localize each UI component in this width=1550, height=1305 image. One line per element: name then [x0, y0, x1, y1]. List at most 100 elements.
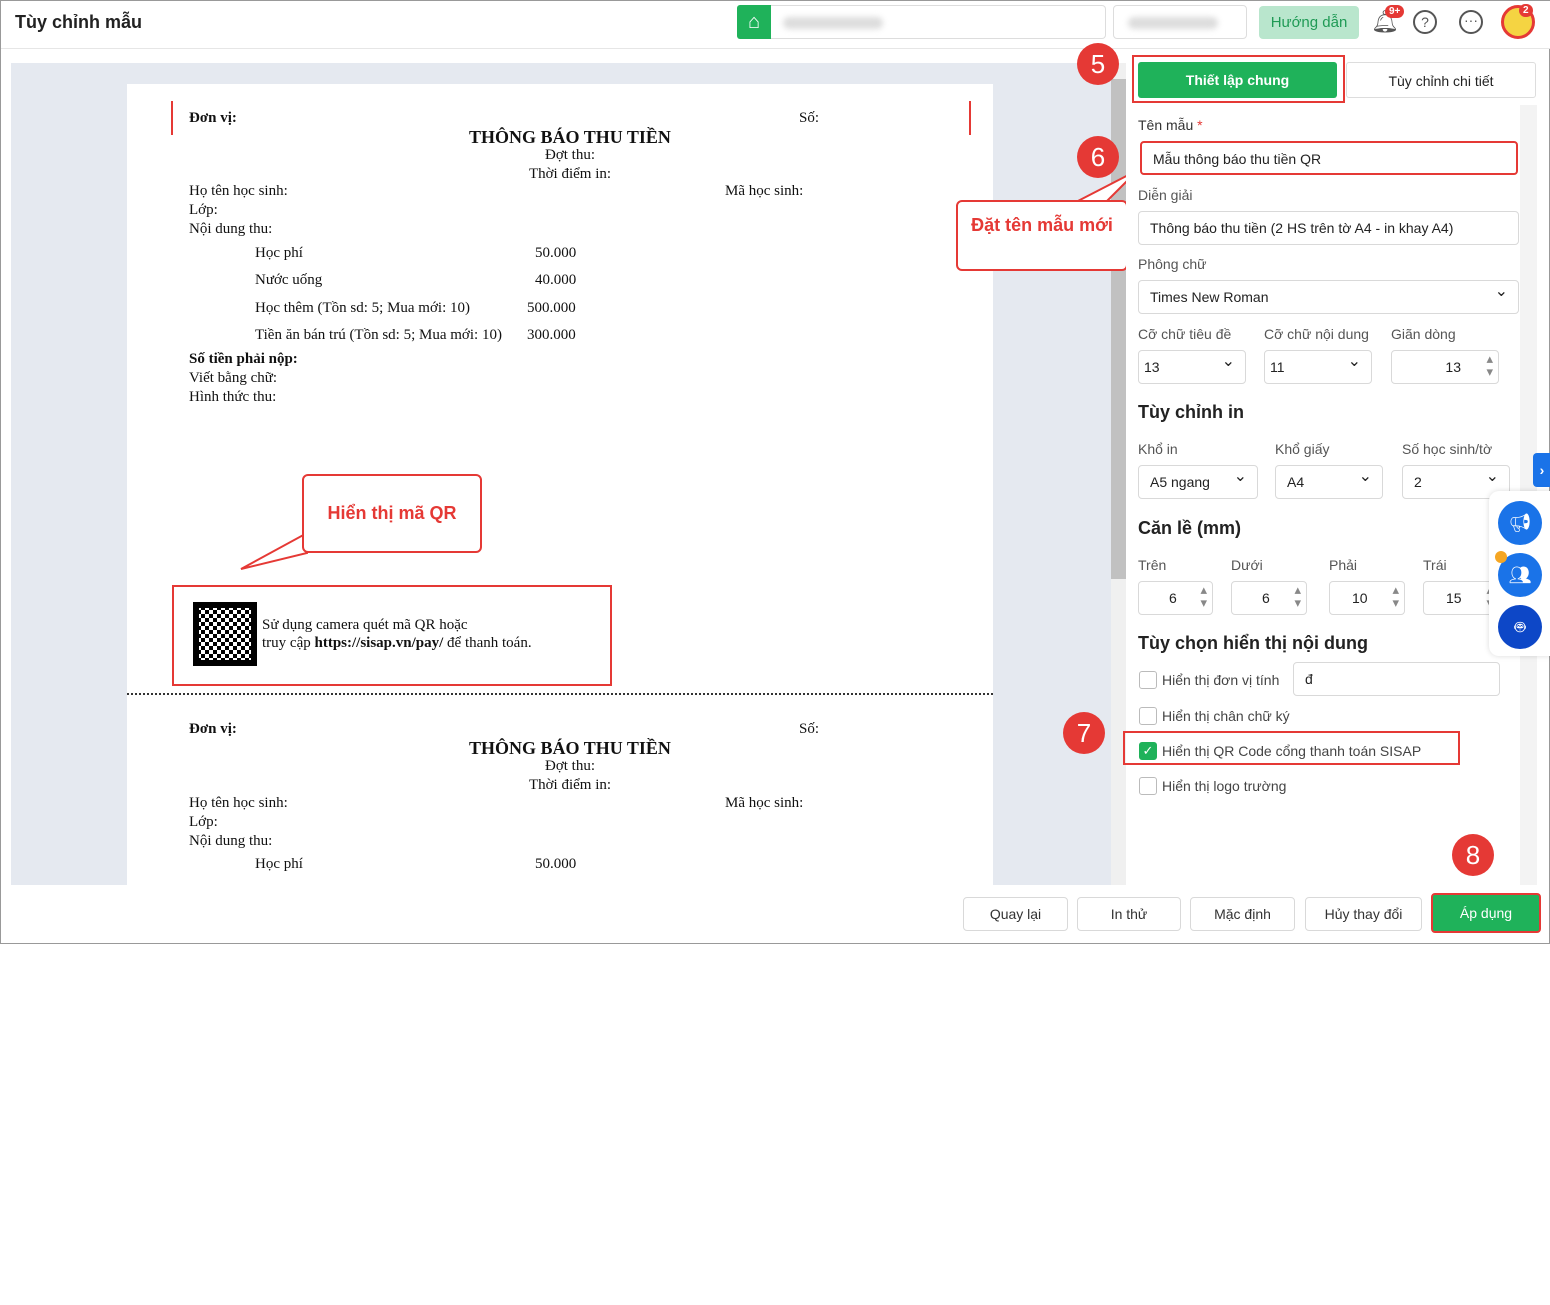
unit-option-label: Hiển thị đơn vị tính	[1162, 672, 1280, 688]
margin-bottom-label: Dưới	[1231, 557, 1263, 573]
back-button[interactable]: Quay lại	[963, 897, 1068, 931]
margin-left-label: Trái	[1423, 557, 1447, 573]
margin-bottom-input[interactable]: 6	[1231, 581, 1307, 615]
title-size-label: Cỡ chữ tiêu đề	[1138, 326, 1232, 342]
item-amount: 300.000	[527, 327, 576, 343]
total-label: Số tiền phải nộp:	[189, 351, 298, 367]
qr-option-highlight	[1123, 731, 1460, 765]
item-name: Học phí	[255, 856, 303, 872]
apply-button[interactable]: Áp dụng	[1431, 893, 1541, 933]
school-select[interactable]	[771, 5, 1106, 39]
avatar-badge: 2	[1519, 4, 1533, 17]
spacing-input[interactable]: 13	[1391, 350, 1499, 384]
step-5-marker: 5	[1077, 43, 1119, 85]
class-label: Lớp:	[189, 202, 218, 218]
unit-checkbox[interactable]	[1139, 671, 1157, 689]
student-code-label: Mã học sinh:	[725, 183, 804, 199]
year-select[interactable]	[1113, 5, 1247, 39]
margin-right-label: Phải	[1329, 557, 1358, 573]
item-name: Học thêm (Tồn sd: 5; Mua mới: 10)	[255, 300, 470, 316]
body-size-label: Cỡ chữ nội dung	[1264, 326, 1369, 342]
receipt-title: THÔNG BÁO THU TIỀN	[469, 127, 671, 147]
cancel-changes-button[interactable]: Hủy thay đổi	[1305, 897, 1422, 931]
title-size-value: 13	[1144, 359, 1160, 375]
more-icon[interactable]: ···	[1459, 10, 1483, 34]
title-size-select[interactable]: 13	[1138, 346, 1246, 384]
item-amount: 40.000	[535, 272, 577, 288]
signature-option-label: Hiển thị chân chữ ký	[1162, 708, 1290, 724]
step-7-marker: 7	[1063, 712, 1105, 754]
home-icon[interactable]: ⌂	[737, 5, 771, 39]
batch-label: Đợt thu:	[544, 758, 596, 774]
community-dot	[1495, 551, 1507, 563]
student-code-label: Mã học sinh:	[725, 795, 804, 811]
paper-value: A4	[1287, 474, 1305, 490]
item-name: Tiền ăn bán trú (Tồn sd: 5; Mua mới: 10)	[255, 327, 502, 343]
number-label: Số:	[799, 110, 820, 126]
help-icon[interactable]: ?	[1413, 10, 1437, 34]
body-size-select[interactable]: 11	[1264, 346, 1372, 384]
default-button[interactable]: Mặc định	[1190, 897, 1295, 931]
font-value: Times New Roman	[1150, 289, 1269, 305]
print-heading: Tùy chỉnh in	[1138, 402, 1244, 422]
font-select[interactable]: Times New Roman	[1138, 276, 1519, 314]
tab-highlight	[1132, 55, 1345, 103]
item-amount: 50.000	[535, 245, 577, 261]
margin-top-label: Trên	[1138, 557, 1167, 573]
batch-label: Đợt thu:	[544, 147, 596, 163]
spacing-label: Giãn dòng	[1391, 326, 1456, 342]
step-8-marker: 8	[1452, 834, 1494, 876]
template-name-input[interactable]: Mẫu thông báo thu tiền QR	[1140, 141, 1518, 175]
tab-detail[interactable]: Tùy chỉnh chi tiết	[1346, 62, 1536, 98]
student-name-label: Họ tên học sinh:	[189, 795, 288, 811]
guide-button[interactable]: Hướng dẫn	[1259, 6, 1359, 39]
chatbot-icon[interactable]: 🤖︎	[1498, 605, 1542, 649]
description-input[interactable]: Thông báo thu tiền (2 HS trên tờ A4 - in…	[1138, 211, 1519, 245]
content-label: Nội dung thu:	[189, 833, 273, 849]
content-label: Nội dung thu:	[189, 221, 273, 237]
margin-right-input[interactable]: 10	[1329, 581, 1405, 615]
receipt-2: Đơn vị: Số: THÔNG BÁO THU TIỀN Đợt thu: …	[127, 695, 993, 1305]
receipt-paper: Đơn vị: Số: THÔNG BÁO THU TIỀN Đợt thu: …	[127, 84, 993, 885]
in-words-label: Viết bằng chữ:	[189, 370, 278, 386]
desc-label: Diễn giải	[1138, 187, 1193, 203]
body-size-value: 11	[1270, 359, 1285, 375]
margin-top-input[interactable]: 6	[1138, 581, 1213, 615]
test-print-button[interactable]: In thử	[1077, 897, 1181, 931]
paper-label: Khổ giấy	[1275, 441, 1330, 457]
logo-checkbox[interactable]	[1139, 777, 1157, 795]
class-label: Lớp:	[189, 814, 218, 830]
signature-checkbox[interactable]	[1139, 707, 1157, 725]
page-title: Tùy chỉnh mẫu	[15, 12, 143, 32]
item-amount: 500.000	[527, 300, 576, 316]
margin-heading: Căn lề (mm)	[1138, 518, 1242, 538]
unit-input[interactable]: đ	[1293, 662, 1500, 696]
item-name: Học phí	[255, 245, 303, 261]
font-label: Phông chữ	[1138, 256, 1207, 272]
megaphone-icon[interactable]: 📢︎	[1498, 501, 1542, 545]
unit-label: Đơn vị:	[189, 110, 237, 126]
margin-left-input[interactable]: 15	[1423, 581, 1499, 615]
print-size-label: Khổ in	[1138, 441, 1178, 457]
paper-select[interactable]: A4	[1275, 461, 1383, 499]
method-label: Hình thức thu:	[189, 389, 277, 405]
unit-label: Đơn vị:	[189, 721, 237, 737]
required-mark: *	[1197, 117, 1203, 133]
print-time-label: Thời điểm in:	[528, 166, 612, 182]
per-sheet-value: 2	[1414, 474, 1422, 490]
display-heading: Tùy chọn hiển thị nội dung	[1138, 633, 1368, 653]
name-label: Tên mẫu	[1138, 117, 1194, 133]
student-name-label: Họ tên học sinh:	[189, 183, 288, 199]
qr-callout: Hiển thị mã QR	[302, 474, 482, 553]
qr-highlight	[172, 585, 612, 686]
per-sheet-label: Số học sinh/tờ	[1402, 441, 1493, 457]
collapse-panel-button[interactable]: ›	[1533, 453, 1550, 487]
name-callout: Đặt tên mẫu mới	[956, 200, 1128, 271]
print-size-select[interactable]: A5 ngang	[1138, 461, 1258, 499]
notification-badge: 9+	[1385, 5, 1405, 18]
number-label: Số:	[799, 721, 820, 737]
item-amount: 50.000	[535, 856, 577, 872]
receipt-title: THÔNG BÁO THU TIỀN	[469, 738, 671, 758]
item-name: Nước uống	[255, 272, 323, 288]
logo-option-label: Hiển thị logo trường	[1162, 778, 1287, 794]
